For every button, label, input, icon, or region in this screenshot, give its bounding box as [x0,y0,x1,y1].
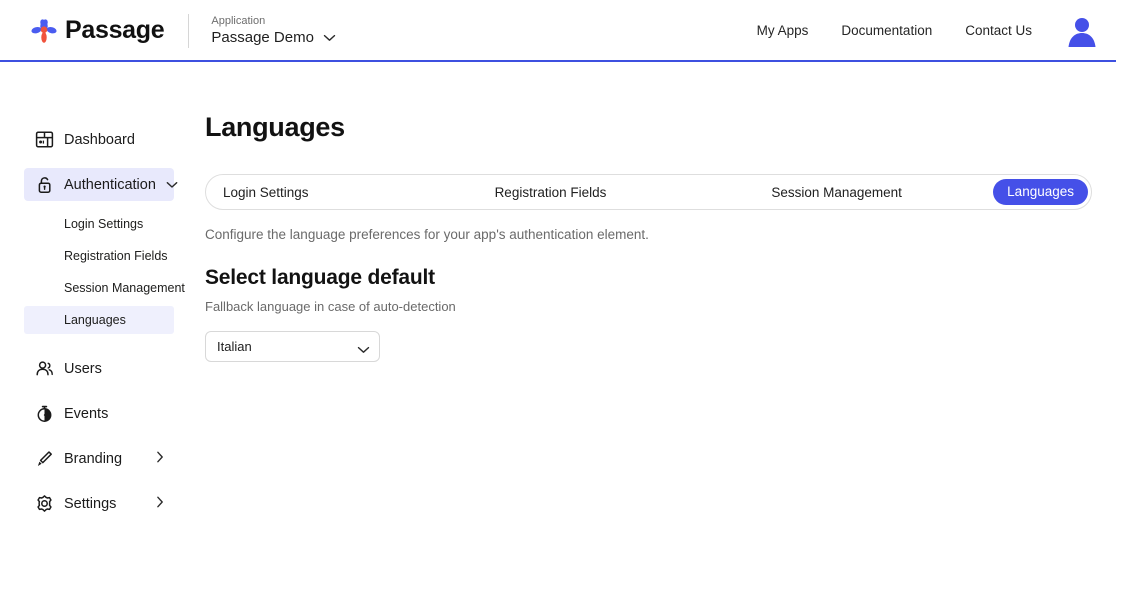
main-content: Languages Login Settings Registration Fi… [205,61,1123,609]
page-description: Configure the language preferences for y… [205,227,1123,242]
tab-languages[interactable]: Languages [993,179,1088,205]
nav-link-contact-us[interactable]: Contact Us [965,23,1032,38]
sidebar-item-users[interactable]: Users [24,352,174,385]
sidebar-item-authentication[interactable]: Authentication [24,168,174,201]
language-select-wrapper: Italian [205,331,380,362]
brand-logo[interactable]: Passage [30,16,164,45]
application-switcher[interactable]: Application Passage Demo [211,14,336,47]
tab-login-settings[interactable]: Login Settings [223,185,309,200]
sidebar-item-dashboard[interactable]: Dashboard [24,123,174,156]
chevron-right-icon[interactable] [156,450,164,468]
sidebar-item-branding[interactable]: Branding [24,442,174,475]
chevron-down-icon [323,29,336,47]
stopwatch-icon [35,404,54,423]
section-description: Fallback language in case of auto-detect… [205,299,1123,314]
header-nav: My Apps Documentation Contact Us [757,14,1099,48]
paintbrush-icon [35,449,54,468]
sidebar-spacer [0,334,205,352]
sidebar-subitem-registration-fields[interactable]: Registration Fields [24,242,174,270]
sidebar-subitem-languages[interactable]: Languages [24,306,174,334]
top-header: Passage Application Passage Demo My Apps… [0,0,1123,61]
application-switcher-value: Passage Demo [211,28,314,47]
header-divider [188,14,189,48]
chevron-right-icon[interactable] [156,495,164,513]
sidebar-item-settings-label: Settings [64,496,116,512]
sidebar-subitem-login-settings-label: Login Settings [64,217,143,231]
sidebar-item-settings[interactable]: Settings [24,487,174,520]
gear-icon [35,494,54,513]
nav-link-my-apps[interactable]: My Apps [757,23,809,38]
sidebar-item-events-label: Events [64,406,108,422]
sidebar-item-events[interactable]: Events [24,397,174,430]
language-select[interactable]: Italian [205,331,380,362]
tab-bar: Login Settings Registration Fields Sessi… [205,174,1092,210]
sidebar: Dashboard Authentication Login Setting [0,61,205,609]
tab-session-management[interactable]: Session Management [771,185,902,200]
dashboard-icon [35,130,54,149]
users-icon [35,359,54,378]
chevron-down-icon[interactable] [166,176,178,194]
sidebar-subitem-languages-label: Languages [64,313,126,327]
sidebar-subitem-session-management[interactable]: Session Management [24,274,174,302]
passage-flower-logo-icon [30,17,58,45]
page-title: Languages [205,61,1123,143]
user-avatar-icon[interactable] [1065,14,1099,48]
sidebar-item-authentication-label: Authentication [64,177,156,193]
brand-name: Passage [65,16,164,45]
sidebar-subitem-login-settings[interactable]: Login Settings [24,210,174,238]
section-title: Select language default [205,266,1123,290]
sidebar-item-branding-label: Branding [64,451,122,467]
sidebar-subnav-authentication: Login Settings Registration Fields Sessi… [0,210,205,334]
sidebar-subitem-session-management-label: Session Management [64,281,185,295]
nav-link-documentation[interactable]: Documentation [841,23,932,38]
application-switcher-label: Application [211,14,336,28]
tab-registration-fields[interactable]: Registration Fields [495,185,607,200]
sidebar-item-dashboard-label: Dashboard [64,132,135,148]
unlocked-padlock-icon [35,175,54,194]
sidebar-subitem-registration-fields-label: Registration Fields [64,249,168,263]
sidebar-item-users-label: Users [64,361,102,377]
